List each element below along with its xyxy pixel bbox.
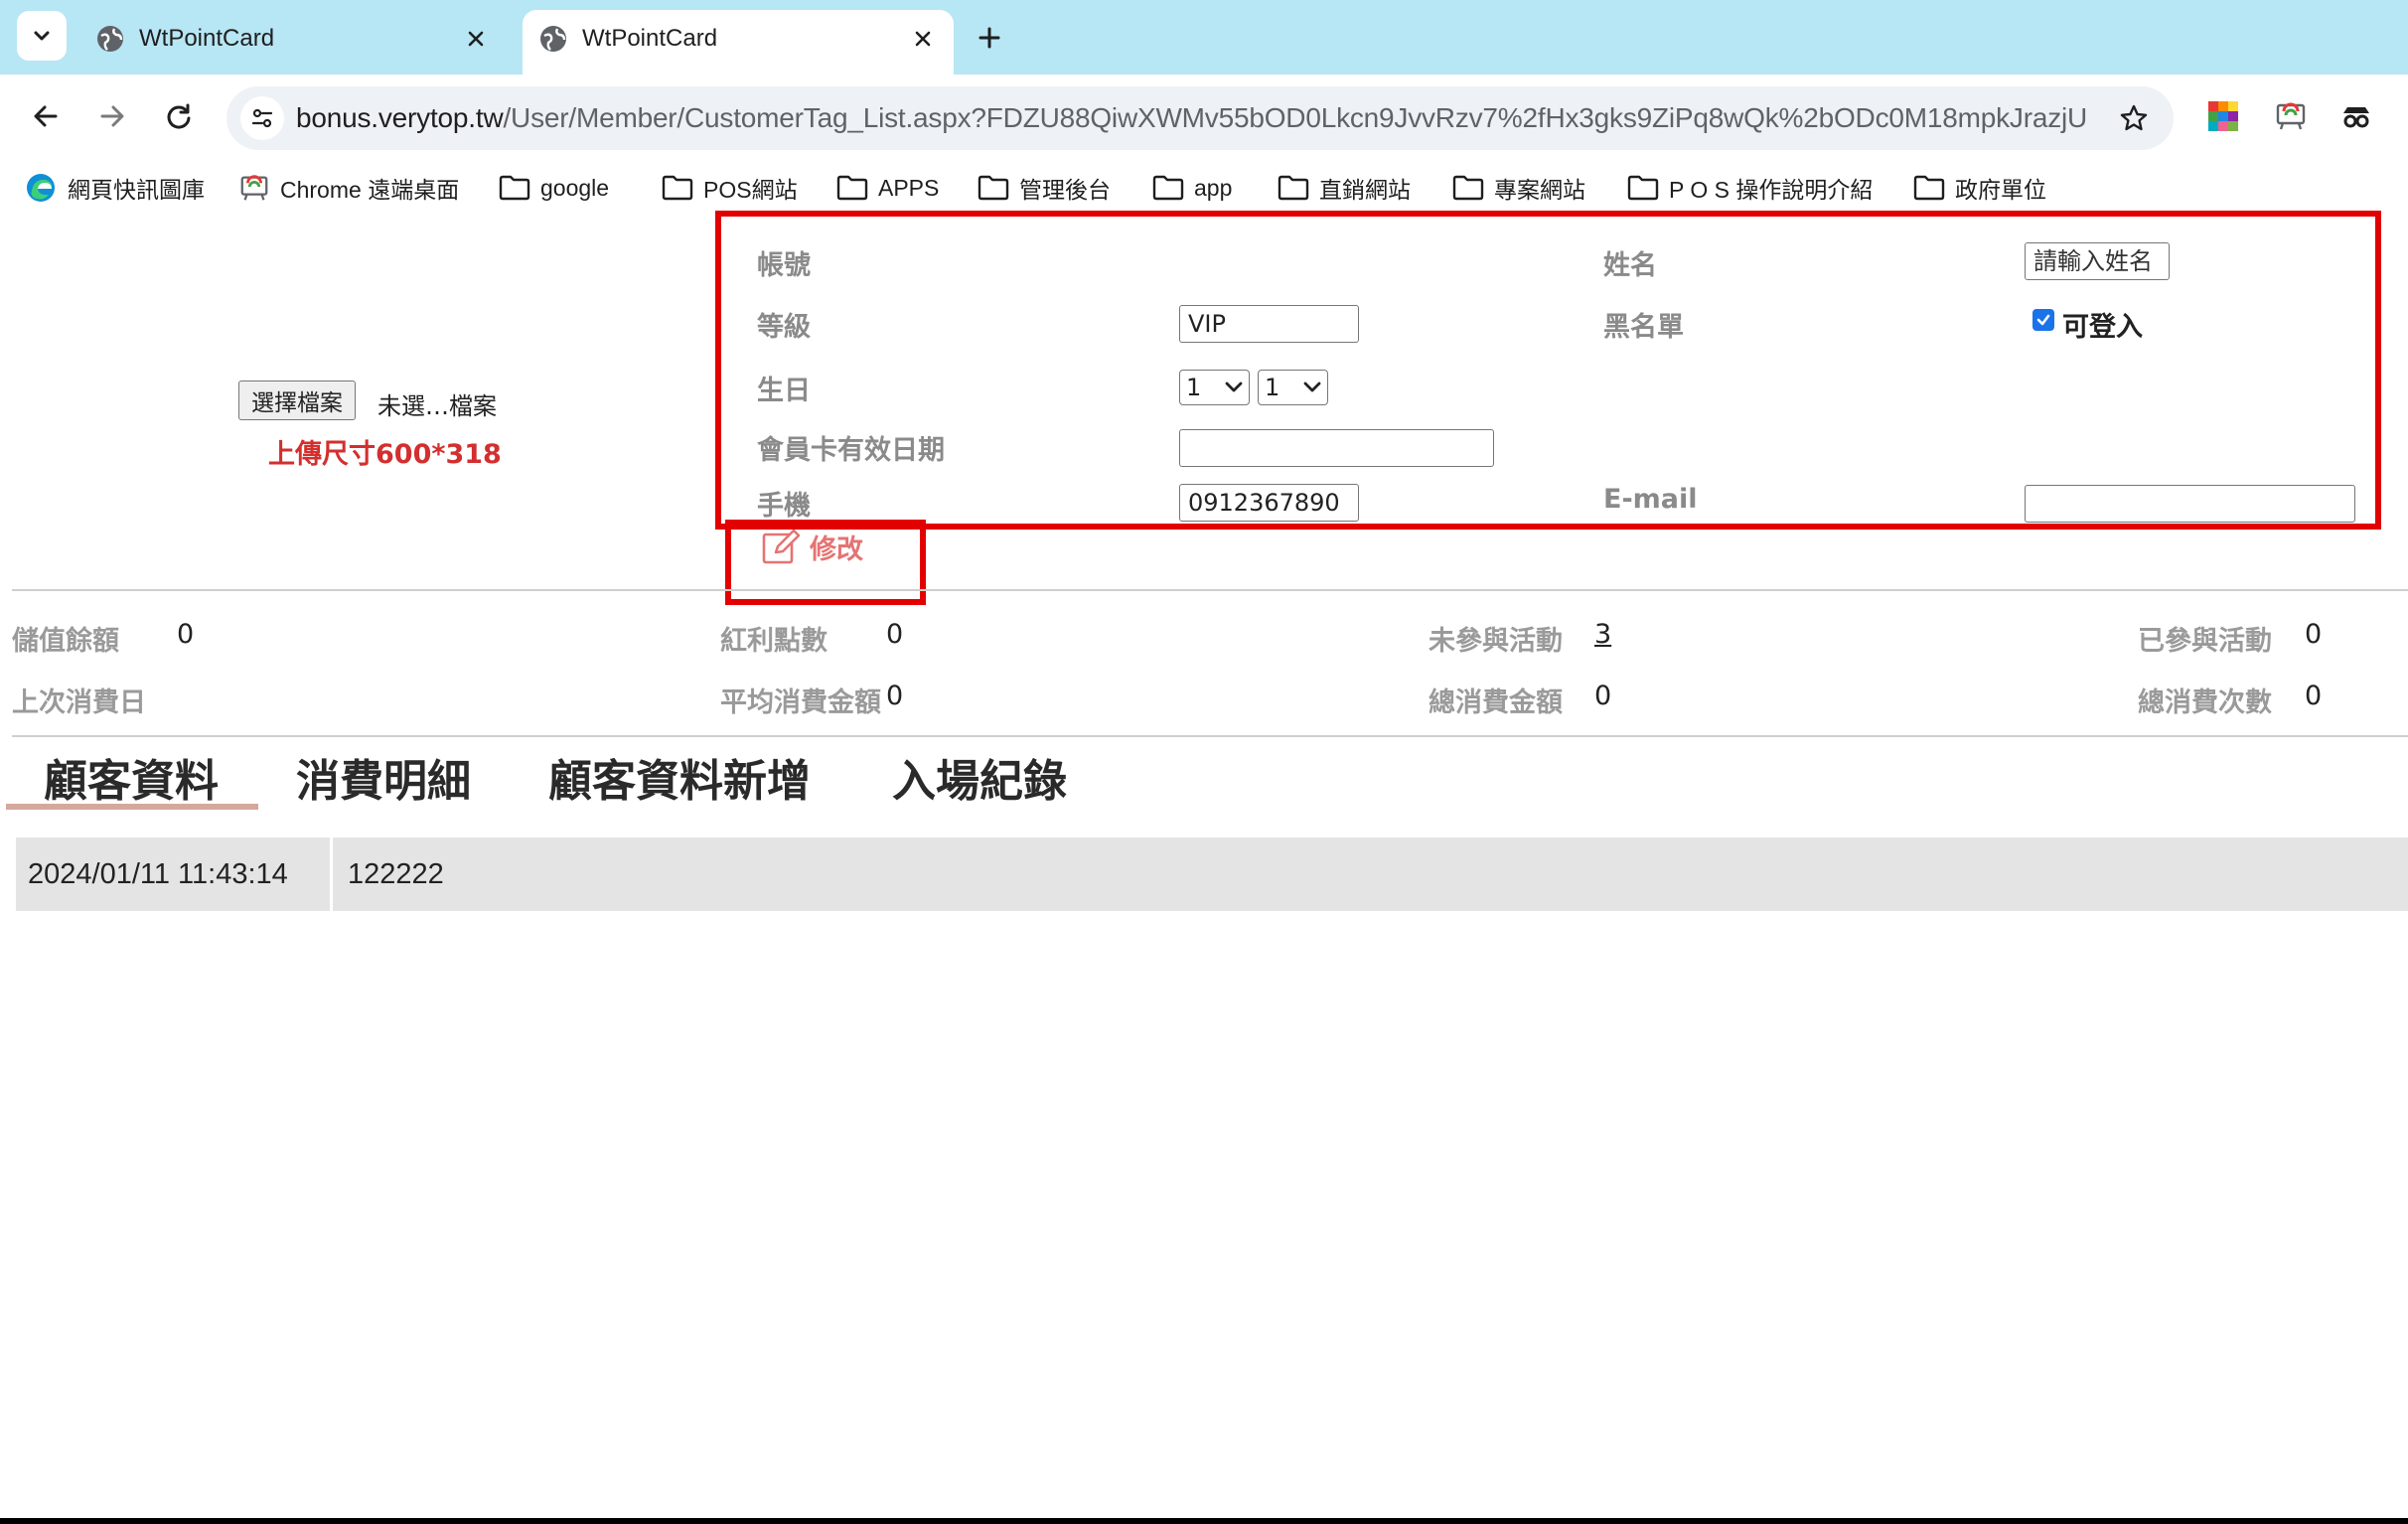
total-count-value: 0	[2305, 681, 2323, 711]
total-count-label: 總消費次數	[2138, 687, 2272, 718]
bookmark-label: 直銷網站	[1319, 177, 1411, 203]
folder-icon	[662, 175, 693, 201]
bookmark-folder[interactable]: APPS	[836, 170, 939, 206]
incognito-extension-icon[interactable]	[2336, 96, 2376, 136]
bookmark-star-icon[interactable]	[2116, 100, 2152, 136]
bookmark-label: APPS	[878, 174, 940, 201]
avg-amount-label: 平均消費金額	[720, 687, 881, 718]
bookmark-item[interactable]: 網頁快訊圖庫	[24, 170, 205, 206]
folder-icon	[499, 175, 530, 201]
choose-file-button[interactable]: 選擇檔案	[238, 381, 356, 420]
bookmark-item[interactable]: Chrome 遠端桌面	[238, 170, 459, 206]
bookmark-label: 網頁快訊圖庫	[68, 177, 205, 203]
close-tab-icon[interactable]	[459, 22, 493, 56]
bookmark-folder[interactable]: 直銷網站	[1278, 170, 1411, 206]
globe-icon	[540, 26, 566, 52]
file-status-text: 未選…檔案	[377, 392, 497, 420]
edge-icon	[27, 174, 55, 202]
close-tab-icon[interactable]	[906, 22, 940, 56]
bookmarks-bar: 網頁快訊圖庫 Chrome 遠端桌面 google POS網站 APPS 管理後…	[0, 162, 2408, 214]
bookmark-label: 管理後台	[1019, 177, 1111, 203]
color-grid-extension-icon[interactable]	[2203, 96, 2243, 136]
folder-icon	[1913, 175, 1945, 201]
stored-balance-value: 0	[177, 619, 195, 650]
folder-icon	[1152, 175, 1184, 201]
total-amount-value: 0	[1594, 681, 1612, 711]
reload-icon	[167, 103, 191, 129]
upload-size-hint: 上傳尺寸600*318	[268, 439, 502, 470]
folder-icon	[1627, 175, 1659, 201]
bookmark-folder[interactable]: 管理後台	[978, 170, 1111, 206]
chevron-down-icon	[34, 31, 50, 41]
new-tab-button[interactable]	[970, 18, 1009, 58]
plus-icon	[978, 27, 1000, 49]
globe-icon	[97, 26, 123, 52]
folder-icon	[836, 175, 868, 201]
page-content: 選擇檔案 未選…檔案 上傳尺寸600*318 帳號 姓名 請輸入姓名 等級 VI…	[0, 211, 2408, 1518]
not-joined-link[interactable]: 3	[1594, 619, 1611, 650]
address-bar[interactable]: bonus.verytop.tw/User/Member/CustomerTag…	[226, 86, 2174, 150]
joined-value: 0	[2305, 619, 2323, 650]
arrow-left-icon	[34, 105, 58, 127]
bookmark-label: google	[540, 174, 610, 201]
bookmark-label: POS網站	[703, 177, 798, 203]
bonus-points-value: 0	[886, 619, 904, 650]
bookmark-folder[interactable]: 政府單位	[1913, 170, 2046, 206]
site-info-icon[interactable]	[240, 96, 284, 140]
forward-button[interactable]	[90, 94, 134, 138]
bookmark-label: app	[1194, 174, 1233, 201]
remote-desktop-icon	[240, 175, 268, 201]
url-host: bonus.verytop.tw	[296, 102, 504, 133]
bookmark-folder[interactable]: google	[499, 170, 609, 206]
url-path: /User/Member/CustomerTag_List.aspx?FDZU8…	[503, 102, 2088, 133]
not-joined-label: 未參與活動	[1429, 626, 1563, 657]
browser-window: WtPointCard WtPointCard bonus.verytop.tw…	[0, 0, 2408, 1518]
browser-tab-2-active[interactable]: WtPointCard	[523, 10, 954, 75]
remote-desktop-extension-icon[interactable]	[2271, 96, 2311, 136]
bookmark-folder[interactable]: 專案網站	[1452, 170, 1585, 206]
bookmark-folder[interactable]: POS網站	[662, 170, 798, 206]
folder-icon	[978, 175, 1009, 201]
bookmark-label: 專案網站	[1494, 177, 1585, 203]
tab-customer-info[interactable]: 顧客資料	[44, 745, 219, 809]
record-datetime: 2024/01/11 11:43:14	[16, 838, 333, 911]
active-tab-indicator	[6, 804, 258, 810]
table-row: 2024/01/11 11:43:14 122222	[16, 838, 2408, 911]
record-value: 122222	[348, 857, 444, 890]
tab-title: WtPointCard	[582, 25, 718, 52]
tab-title: WtPointCard	[139, 25, 275, 52]
tab-search-button[interactable]	[17, 11, 67, 61]
bookmark-label: Chrome 遠端桌面	[280, 177, 460, 203]
folder-icon	[1452, 175, 1484, 201]
reload-button[interactable]	[157, 94, 201, 138]
joined-label: 已參與活動	[2138, 626, 2272, 657]
total-amount-label: 總消費金額	[1429, 687, 1563, 718]
divider	[12, 735, 2408, 737]
folder-icon	[1278, 175, 1309, 201]
tab-entry-records[interactable]: 入場紀錄	[892, 745, 1067, 809]
browser-tab-1[interactable]: WtPointCard	[79, 10, 507, 75]
arrow-right-icon	[100, 105, 124, 127]
avg-amount-value: 0	[886, 681, 904, 711]
divider	[12, 589, 2408, 591]
back-button[interactable]	[24, 94, 68, 138]
url-text: bonus.verytop.tw/User/Member/CustomerTag…	[296, 102, 2087, 134]
bookmark-folder[interactable]: P O S 操作說明介紹	[1627, 170, 1873, 206]
tab-add-customer-info[interactable]: 顧客資料新增	[548, 745, 811, 809]
stored-balance-label: 儲值餘額	[12, 626, 119, 657]
tab-purchase-details[interactable]: 消費明細	[296, 745, 471, 809]
bonus-points-label: 紅利點數	[720, 626, 828, 657]
tab-strip: WtPointCard WtPointCard	[0, 0, 2408, 75]
browser-toolbar: bonus.verytop.tw/User/Member/CustomerTag…	[0, 75, 2408, 162]
bookmark-label: 政府單位	[1955, 177, 2046, 203]
highlight-box-form	[715, 211, 2381, 530]
bookmark-label: P O S 操作說明介紹	[1669, 177, 1874, 203]
highlight-box-edit	[725, 520, 926, 605]
last-purchase-label: 上次消費日	[12, 687, 146, 718]
bookmark-folder[interactable]: app	[1152, 170, 1232, 206]
